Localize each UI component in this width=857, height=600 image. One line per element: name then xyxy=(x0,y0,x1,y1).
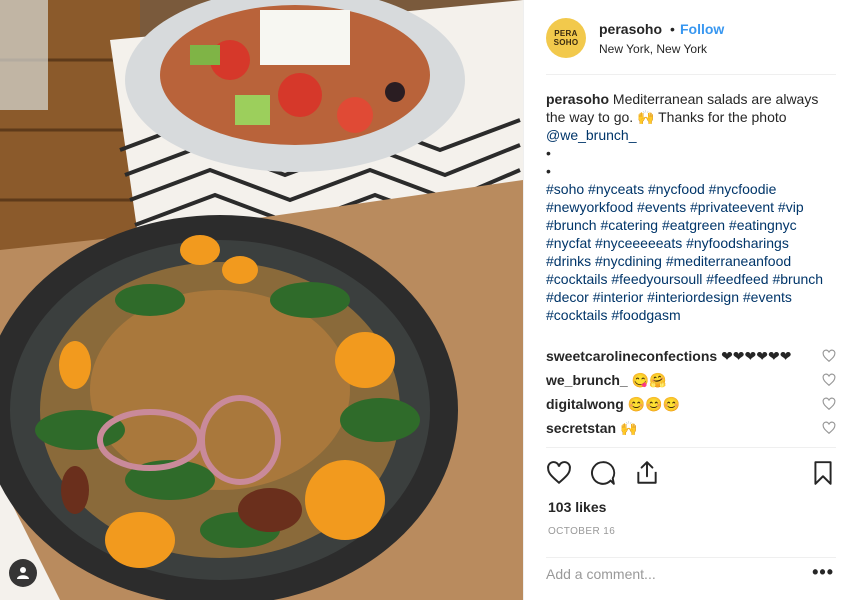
post-date[interactable]: OCTOBER 16 xyxy=(548,526,615,537)
comment-item: we_brunch_ 😋🤗 xyxy=(546,371,836,395)
comments-list: sweetcarolineconfections ❤❤❤❤❤❤ we_brunc… xyxy=(546,347,836,443)
comment-text: 😊😊😊 xyxy=(627,396,680,412)
share-upload-icon[interactable] xyxy=(634,460,660,486)
post-photo[interactable] xyxy=(0,0,523,600)
avatar-logo-line2: SOHO xyxy=(553,38,579,47)
more-options-button[interactable]: ••• xyxy=(812,562,834,583)
person-icon xyxy=(17,567,29,579)
comment-like-heart-icon[interactable] xyxy=(822,397,836,411)
comment-username[interactable]: we_brunch_ xyxy=(546,372,628,388)
bookmark-icon[interactable] xyxy=(810,460,836,486)
caption-bullet-2: • xyxy=(546,163,551,179)
caption-username[interactable]: perasoho xyxy=(546,91,609,107)
comment-like-heart-icon[interactable] xyxy=(822,421,836,435)
add-comment-input[interactable] xyxy=(546,566,786,582)
like-heart-icon[interactable] xyxy=(546,460,572,486)
caption-bullet-1: • xyxy=(546,145,551,161)
post-username[interactable]: perasoho xyxy=(599,21,662,37)
post-location[interactable]: New York, New York xyxy=(599,42,707,56)
comment-username[interactable]: secretstan xyxy=(546,420,616,436)
avatar[interactable]: PERA SOHO xyxy=(546,18,586,58)
separator-dot: • xyxy=(670,21,675,37)
post-header: PERA SOHO perasoho • Follow New York, Ne… xyxy=(546,14,836,75)
comment-like-heart-icon[interactable] xyxy=(822,349,836,363)
comment-like-heart-icon[interactable] xyxy=(822,373,836,387)
salad-photo-image xyxy=(0,0,523,600)
comment-item: digitalwong 😊😊😊 xyxy=(546,395,836,419)
likes-count[interactable]: 103 likes xyxy=(548,499,606,515)
comment-username[interactable]: sweetcarolineconfections xyxy=(546,348,717,364)
caption-mention[interactable]: @we_brunch_ xyxy=(546,127,637,143)
comment-text: 🙌 xyxy=(619,420,638,436)
comment-username[interactable]: digitalwong xyxy=(546,396,624,412)
avatar-logo-text: PERA SOHO xyxy=(554,29,579,47)
comment-item: sweetcarolineconfections ❤❤❤❤❤❤ xyxy=(546,347,836,371)
post-actions: 103 likes OCTOBER 16 xyxy=(546,447,836,556)
avatar-logo-line1: PERA xyxy=(554,29,578,38)
add-comment-bar: ••• xyxy=(546,557,836,590)
comment-bubble-icon[interactable] xyxy=(590,460,616,486)
comment-text: 😋🤗 xyxy=(631,372,667,388)
comment-item: secretstan 🙌 xyxy=(546,419,836,443)
post-caption: perasoho Mediterranean salads are always… xyxy=(546,90,836,324)
comment-text: ❤❤❤❤❤❤ xyxy=(721,348,792,364)
follow-button[interactable]: Follow xyxy=(680,21,724,37)
post-side-panel: PERA SOHO perasoho • Follow New York, Ne… xyxy=(523,0,857,600)
tagged-users-button[interactable] xyxy=(9,559,37,587)
caption-hashtags[interactable]: #soho #nyceats #nycfood #nycfoodie #newy… xyxy=(546,181,823,323)
